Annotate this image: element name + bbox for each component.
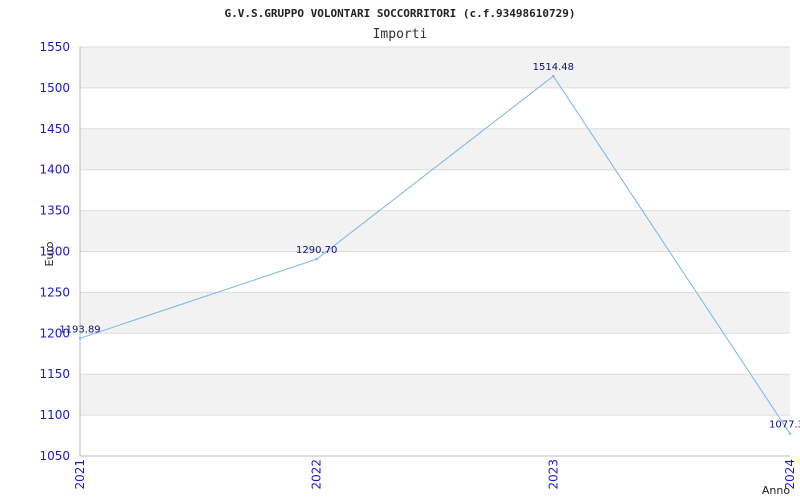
data-point <box>788 432 792 435</box>
data-label: 1193.89 <box>59 324 100 335</box>
x-tick-label: 2023 <box>546 459 560 490</box>
y-tick-label: 1250 <box>39 285 70 299</box>
background-band <box>80 169 790 211</box>
data-label: 1290.70 <box>296 245 337 256</box>
background-band <box>80 128 790 170</box>
line-chart: 1050110011501200125013001350140014501500… <box>39 7 800 497</box>
background-band <box>80 333 790 375</box>
y-tick-label: 1150 <box>39 367 70 381</box>
data-label: 1077.3 <box>769 420 800 431</box>
y-axis-label: Euro <box>43 241 56 266</box>
data-point <box>315 257 318 261</box>
y-tick-label: 1050 <box>39 449 70 463</box>
background-band <box>80 87 790 129</box>
background-band <box>80 47 790 88</box>
x-tick-label: 2021 <box>73 459 87 490</box>
chart-subtitle: Importi <box>373 27 428 42</box>
y-tick-label: 1550 <box>39 40 70 54</box>
background-band <box>80 292 790 334</box>
y-tick-label: 1100 <box>39 408 70 422</box>
background-band <box>80 374 790 416</box>
data-label: 1514.48 <box>533 62 574 73</box>
data-point <box>552 74 555 78</box>
y-tick-label: 1500 <box>39 81 70 95</box>
background-band <box>80 415 790 456</box>
y-tick-label: 1400 <box>39 163 70 177</box>
y-tick-label: 1450 <box>39 122 70 136</box>
y-tick-label: 1350 <box>39 204 70 218</box>
background-band <box>80 210 790 252</box>
x-axis-label: Anno <box>762 484 790 497</box>
x-tick-label: 2022 <box>310 459 324 490</box>
data-point <box>78 337 82 340</box>
x-tick-labels: 2021 2022 2023 2024 <box>73 459 797 490</box>
chart-title: G.V.S.GRUPPO VOLONTARI SOCCORRITORI (c.f… <box>225 7 576 20</box>
